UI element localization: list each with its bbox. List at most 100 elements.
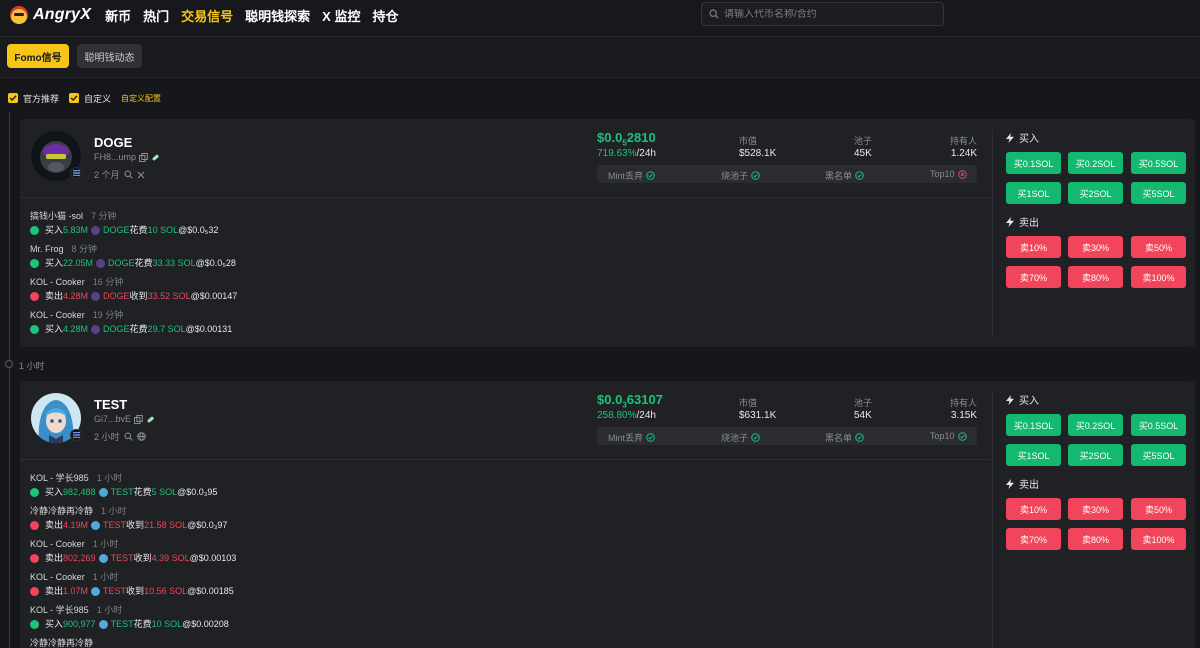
angry-face-icon [10, 6, 28, 24]
trade-item[interactable]: 冷静冷静再冷静 [30, 637, 236, 648]
check-icon [70, 95, 78, 101]
trade-item[interactable]: 搞钱小猫 -sol 7 分钟 买入 5.83M DOGE 花费 10 SOL @$0.0₅3… [30, 210, 237, 243]
buy-indicator [30, 226, 39, 235]
sell-100-percent-button[interactable]: 卖100% [1131, 266, 1186, 288]
trade-item[interactable]: KOL - 学长985 1 小时 买入 982,488 TEST 花费 5 SOL @$0.… [30, 472, 236, 505]
search-input[interactable] [724, 8, 924, 20]
custom-config-link[interactable]: 自定义配置 [121, 93, 161, 104]
sell-70-percent-button[interactable]: 卖70% [1006, 528, 1061, 550]
token-mini-icon [98, 554, 108, 563]
sell-50-percent-button[interactable]: 卖50% [1131, 236, 1186, 258]
safety-checks: Mint丢弃 烧池子 黑名单 Top10 [597, 165, 977, 183]
official-checkbox[interactable] [8, 93, 18, 103]
token-mini-icon [91, 292, 101, 301]
check-mint: Mint丢弃 [608, 169, 655, 182]
tab-fomo-signals[interactable]: Fomo信号 [7, 44, 69, 68]
sell-indicator [30, 521, 39, 530]
time-separator-label: 1 小时 [19, 361, 45, 371]
sell-100-percent-button[interactable]: 卖100% [1131, 528, 1186, 550]
brand-logo[interactable]: AngryX [10, 6, 91, 24]
trade-time: 1 小时 [101, 506, 127, 516]
check-circle-icon [855, 171, 864, 180]
buy-5-sol-button[interactable]: 买5SOL [1131, 444, 1186, 466]
market-cap-value: $631.1K [739, 410, 777, 421]
check-top10: Top10 [930, 431, 967, 441]
custom-checkbox[interactable] [69, 93, 80, 103]
sell-80-percent-button[interactable]: 卖80% [1068, 266, 1123, 288]
token-meta-row: 2 个月 [94, 168, 145, 181]
token-age: 2 小时 [94, 432, 120, 442]
nav-new-coins[interactable]: 新币 [105, 6, 131, 25]
pill-icon[interactable] [151, 153, 160, 162]
sell-50-percent-button[interactable]: 卖50% [1131, 498, 1186, 520]
buy-1-sol-button[interactable]: 买1SOL [1006, 444, 1061, 466]
trade-item[interactable]: 冷静冷静再冷静 1 小时 卖出 4.19M TEST 收到 21.58 SOL @$0.0₃… [30, 505, 236, 538]
buy-0.1-sol-button[interactable]: 买0.1SOL [1006, 414, 1061, 436]
trade-time: 8 分钟 [71, 244, 98, 254]
buy-section-title: 买入 [1006, 392, 1039, 407]
buy-2-sol-button[interactable]: 买2SOL [1068, 182, 1123, 204]
panel-divider [992, 391, 993, 648]
signal-tabs-bar: Fomo信号 聪明钱动态 [0, 36, 1200, 78]
nav-hot[interactable]: 热门 [143, 6, 169, 25]
globe-icon[interactable] [136, 432, 146, 441]
trader-name: KOL - Cooker [30, 572, 85, 582]
sell-10-percent-button[interactable]: 卖10% [1006, 236, 1061, 258]
panel-divider [992, 129, 993, 337]
sell-indicator [30, 587, 39, 596]
trade-item[interactable]: Mr. Frog 8 分钟 买入 22.05M DOGE 花费 33.33 SOL @$0.… [30, 243, 237, 276]
sell-70-percent-button[interactable]: 卖70% [1006, 266, 1061, 288]
check-circle-icon [751, 171, 760, 180]
nav-holdings[interactable]: 持仓 [372, 6, 398, 25]
x-twitter-icon[interactable] [137, 171, 145, 179]
x-circle-icon [957, 169, 967, 179]
trade-item[interactable]: KOL - Cooker 1 小时 卖出 1.07M TEST 收到 10.56 SOL @… [30, 571, 236, 604]
sell-10-percent-button[interactable]: 卖10% [1006, 498, 1061, 520]
nav-smart-money-explore[interactable]: 聪明钱探索 [245, 6, 310, 25]
copy-icon[interactable] [134, 414, 143, 424]
trade-item[interactable]: KOL - Cooker 1 小时 卖出 802,269 TEST 收到 4.39 SOL… [30, 538, 236, 571]
trade-time: 7 分钟 [91, 211, 117, 221]
trade-item[interactable]: KOL - Cooker 16 分钟 卖出 4.28M DOGE 收到 33.52 SOL… [30, 276, 237, 309]
signal-card-doge: DOGE FH8...ump 2 个月 $0.052810 719.63%/24… [20, 119, 1195, 347]
trader-name: KOL - Cooker [30, 277, 85, 287]
trade-item[interactable]: KOL - 学长985 1 小时 买入 900,977 TEST 花费 10 SOL @$0… [30, 604, 236, 637]
holders-label: 持有人 [949, 398, 977, 408]
token-price: $0.052810 [597, 130, 656, 148]
token-price: $0.0363107 [597, 392, 663, 410]
trade-item[interactable]: KOL - Cooker 19 分钟 买入 4.28M DOGE 花费 29.7 SOL @… [30, 309, 237, 342]
search-icon[interactable] [124, 432, 133, 441]
buy-0.1-sol-button[interactable]: 买0.1SOL [1006, 152, 1061, 174]
nav-x-monitor[interactable]: X 监控 [322, 6, 360, 25]
check-blacklist: 黑名单 [825, 169, 864, 182]
buy-5-sol-button[interactable]: 买5SOL [1131, 182, 1186, 204]
sell-30-percent-button[interactable]: 卖30% [1068, 498, 1123, 520]
buy-1-sol-button[interactable]: 买1SOL [1006, 182, 1061, 204]
nav-trade-signals[interactable]: 交易信号 [181, 6, 233, 25]
sell-30-percent-button[interactable]: 卖30% [1068, 236, 1123, 258]
buy-indicator [30, 325, 39, 334]
search-box[interactable] [701, 2, 944, 26]
token-symbol: DOGE [94, 135, 133, 150]
pill-icon[interactable] [146, 415, 155, 424]
token-address: FH8...ump [94, 152, 137, 162]
copy-icon[interactable] [139, 152, 148, 162]
safety-checks: Mint丢弃 烧池子 黑名单 Top10 [597, 427, 977, 445]
buy-0.5-sol-button[interactable]: 买0.5SOL [1131, 414, 1186, 436]
pool-label: 池子 [854, 398, 873, 408]
sell-section-title: 卖出 [1006, 476, 1039, 491]
tab-smart-money-activity[interactable]: 聪明钱动态 [77, 44, 142, 68]
filter-row: 官方推荐 自定义 自定义配置 [8, 92, 161, 104]
buy-2-sol-button[interactable]: 买2SOL [1068, 444, 1123, 466]
buy-0.2-sol-button[interactable]: 买0.2SOL [1068, 152, 1123, 174]
buy-indicator [30, 259, 39, 268]
buy-0.2-sol-button[interactable]: 买0.2SOL [1068, 414, 1123, 436]
search-icon[interactable] [124, 170, 133, 179]
market-cap-label: 市值 [739, 398, 758, 408]
token-mini-icon [98, 488, 108, 497]
check-burn-pool: 烧池子 [721, 431, 760, 444]
trader-name: 冷静冷静再冷静 [30, 638, 94, 648]
buy-0.5-sol-button[interactable]: 买0.5SOL [1131, 152, 1186, 174]
trader-name: 冷静冷静再冷静 [30, 506, 94, 516]
sell-80-percent-button[interactable]: 卖80% [1068, 528, 1123, 550]
